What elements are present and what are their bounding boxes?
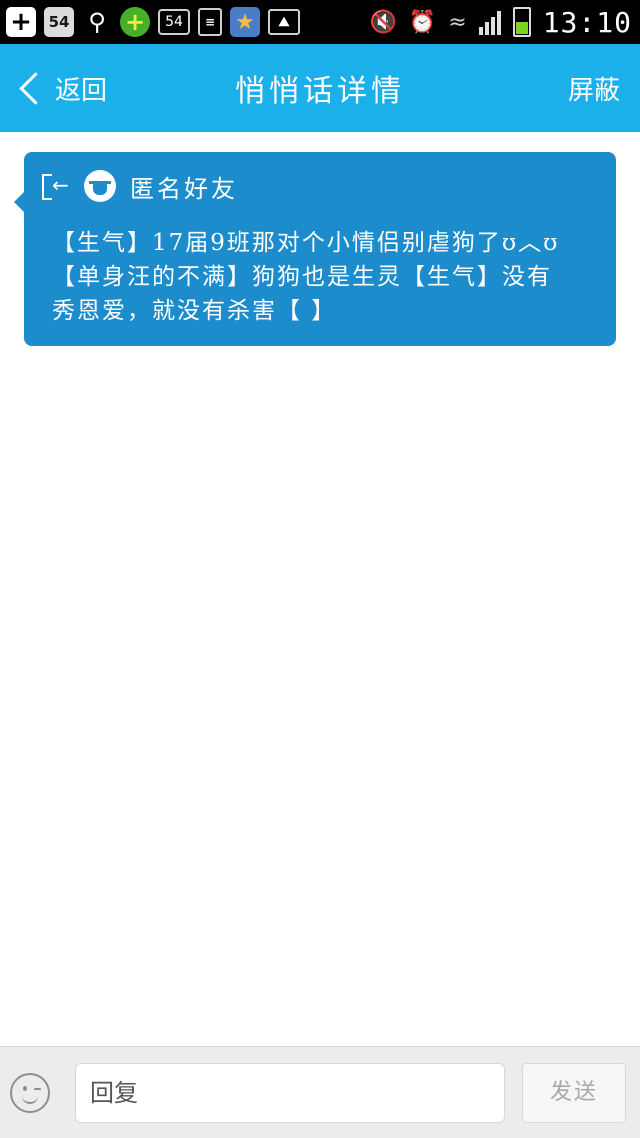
reply-bar: 回复 发送 bbox=[0, 1046, 640, 1138]
clock-time: 13:10 bbox=[542, 5, 632, 39]
card-tail bbox=[14, 192, 24, 212]
system-icons: 🔇 ⏰ ≈ 13:10 bbox=[369, 4, 632, 40]
anonymous-avatar-icon bbox=[84, 170, 116, 202]
send-button[interactable]: 发送 bbox=[522, 1063, 626, 1123]
green-plus-icon: + bbox=[120, 7, 150, 37]
wifi-icon: ≈ bbox=[448, 9, 467, 35]
status-bar: + 54 ⚲ + 54 ≡ ★ ⛰ 🔇 ⏰ ≈ 13:10 bbox=[0, 0, 640, 44]
exit-icon[interactable]: ← bbox=[42, 172, 70, 200]
notification-icons: + 54 ⚲ + 54 ≡ ★ ⛰ bbox=[6, 4, 300, 40]
block-button[interactable]: 屏蔽 bbox=[568, 70, 620, 107]
document-icon: ≡ bbox=[198, 8, 222, 36]
page-title: 悄悄话详情 bbox=[235, 74, 405, 109]
alarm-icon: ⏰ bbox=[408, 9, 437, 35]
emoji-icon[interactable] bbox=[10, 1073, 50, 1113]
sender-name: 匿名好友 bbox=[130, 174, 238, 203]
plus-icon: + bbox=[6, 7, 36, 37]
message-header: ← 匿名好友 bbox=[42, 166, 238, 206]
star-app-icon: ★ bbox=[230, 7, 260, 37]
badge-54-icon: 54 bbox=[158, 9, 190, 35]
image-icon: ⛰ bbox=[268, 9, 300, 35]
signal-icon bbox=[478, 9, 501, 35]
message-card: ← 匿名好友 【生气】17届9班那对个小情侣别虐狗了ʊ︿ʊ【单身汪的不满】狗狗也… bbox=[14, 152, 616, 346]
reply-input[interactable]: 回复 bbox=[75, 1063, 505, 1123]
title-bar: 返回 悄悄话详情 屏蔽 bbox=[0, 44, 640, 132]
search-icon: ⚲ bbox=[88, 8, 106, 36]
message-text: 【生气】17届9班那对个小情侣别虐狗了ʊ︿ʊ【单身汪的不满】狗狗也是生灵【生气】… bbox=[52, 230, 560, 324]
mute-icon: 🔇 bbox=[369, 9, 397, 35]
battery-icon bbox=[512, 7, 531, 37]
app-54-icon: 54 bbox=[44, 7, 74, 37]
